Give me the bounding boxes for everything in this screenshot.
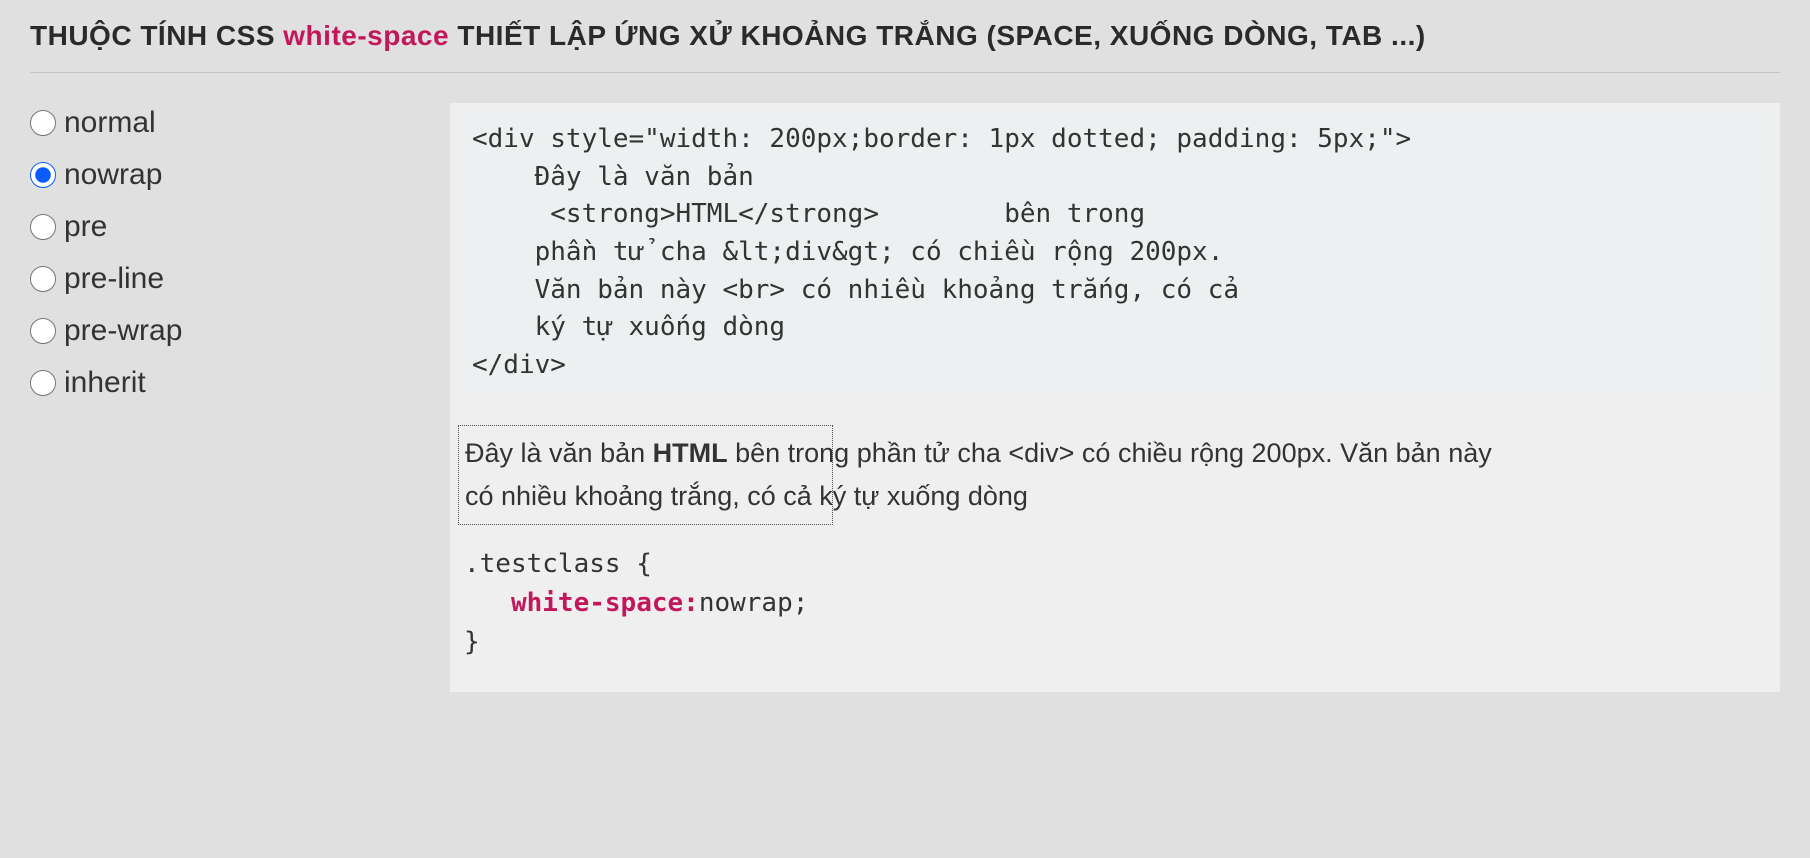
- css-output: .testclass { white-space:nowrap; }: [458, 545, 1772, 662]
- title-post: THIẾT LẬP ỨNG XỬ KHOẢNG TRẮNG (SPACE, XU…: [449, 20, 1426, 51]
- radio-label-normal[interactable]: normal: [64, 108, 156, 138]
- radio-input-nowrap[interactable]: [30, 162, 56, 188]
- radio-option-inherit[interactable]: inherit: [30, 368, 450, 398]
- radio-option-pre-wrap[interactable]: pre-wrap: [30, 316, 450, 346]
- preview-text-mid: bên trong phần tử cha <div> có chiều rộn…: [728, 438, 1492, 468]
- radio-label-pre-wrap[interactable]: pre-wrap: [64, 316, 182, 346]
- radio-option-nowrap[interactable]: nowrap: [30, 160, 450, 190]
- radio-input-inherit[interactable]: [30, 370, 56, 396]
- content-panel: <div style="width: 200px;border: 1px dot…: [450, 103, 1780, 692]
- css-selector: .testclass: [464, 549, 621, 579]
- radio-input-pre-wrap[interactable]: [30, 318, 56, 344]
- preview-text-strong: HTML: [653, 438, 728, 468]
- radio-option-pre[interactable]: pre: [30, 212, 450, 242]
- html-source-code: <div style="width: 200px;border: 1px dot…: [458, 111, 1772, 395]
- preview-text-pre: Đây là văn bản: [465, 438, 653, 468]
- css-value: nowrap;: [699, 588, 809, 618]
- radio-input-normal[interactable]: [30, 110, 56, 136]
- radio-label-inherit[interactable]: inherit: [64, 368, 146, 398]
- css-indent: [464, 588, 511, 618]
- page-header: THUỘC TÍNH CSS white-space THIẾT LẬP ỨNG…: [30, 20, 1780, 73]
- radio-option-pre-line[interactable]: pre-line: [30, 264, 450, 294]
- radio-option-normal[interactable]: normal: [30, 108, 450, 138]
- title-pre: THUỘC TÍNH CSS: [30, 20, 283, 51]
- radio-label-nowrap[interactable]: nowrap: [64, 160, 162, 190]
- radio-input-pre[interactable]: [30, 214, 56, 240]
- title-accent: white-space: [283, 20, 449, 51]
- page-title: THUỘC TÍNH CSS white-space THIẾT LẬP ỨNG…: [30, 20, 1780, 52]
- css-close: }: [464, 627, 480, 657]
- preview-text-post: có nhiều khoảng trắng, có cả ký tự xuống…: [465, 481, 1028, 511]
- preview-box: Đây là văn bản HTML bên trong phần tử ch…: [458, 425, 833, 525]
- css-open: {: [636, 549, 652, 579]
- radio-input-pre-line[interactable]: [30, 266, 56, 292]
- css-property: white-space:: [511, 588, 699, 618]
- options-sidebar: normal nowrap pre pre-line pre-wrap inherit: [30, 103, 450, 692]
- radio-label-pre-line[interactable]: pre-line: [64, 264, 164, 294]
- radio-label-pre[interactable]: pre: [64, 212, 107, 242]
